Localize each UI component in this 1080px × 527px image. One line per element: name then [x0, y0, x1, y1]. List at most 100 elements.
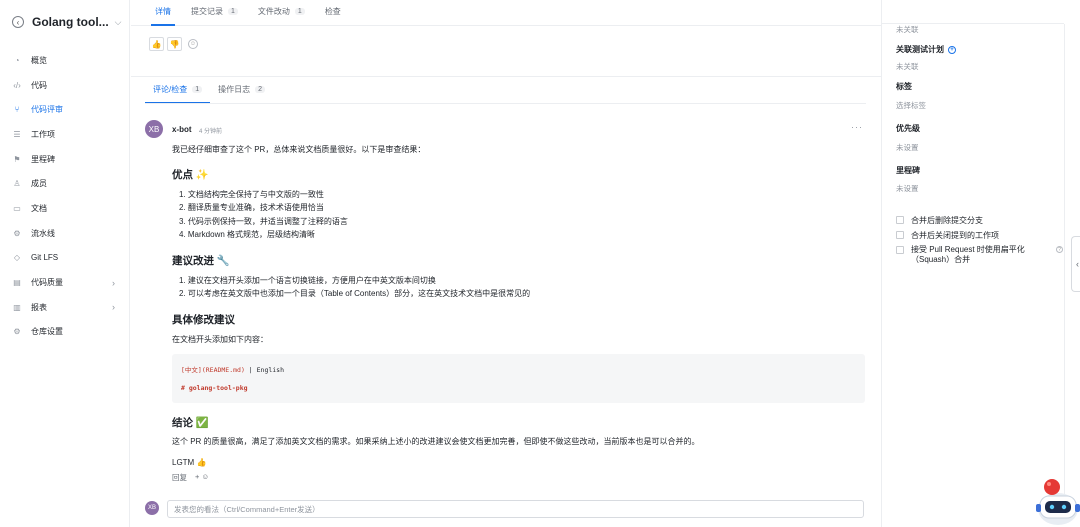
add-reaction-icon[interactable]: ☺: [188, 39, 198, 49]
option-label: 接受 Pull Request 时使用扁平化（Squash）合并: [911, 245, 1025, 264]
code-line: [中文](README.md) | English: [181, 364, 284, 374]
option-label: 合并后删除提交分支: [911, 216, 983, 225]
sidebar-item[interactable]: ♙ 成员: [0, 171, 129, 196]
divider: [131, 76, 881, 77]
option-close-issues[interactable]: 合并后关闭提到的工作项: [896, 230, 999, 241]
checkbox[interactable]: [896, 216, 904, 224]
tab-count-badge: 1: [294, 8, 305, 15]
gauge-icon: ◔: [14, 55, 20, 65]
back-icon[interactable]: ‹: [12, 16, 24, 28]
sidebar-item[interactable]: ▤ 代码质量 ›: [0, 270, 129, 295]
thumbs-up-icon[interactable]: 👍: [149, 37, 164, 51]
tab-count-badge: 1: [192, 86, 203, 93]
tags-select[interactable]: 选择标签: [896, 100, 926, 111]
priority-select[interactable]: 未设置: [896, 142, 919, 153]
sidebar-item[interactable]: ▭ 文档: [0, 196, 129, 221]
sidebar-item-label: 代码: [31, 80, 47, 90]
milestone-icon: ⚑: [13, 154, 21, 164]
merge-request-icon: ⑂: [14, 105, 20, 115]
option-label: 合并后关闭提到的工作项: [911, 231, 999, 240]
members-icon: ♙: [13, 179, 21, 189]
sidebar-item[interactable]: ☰ 工作项: [0, 122, 129, 147]
option-delete-branch[interactable]: 合并后删除提交分支: [896, 215, 983, 226]
chevron-right-icon[interactable]: ›: [112, 278, 115, 288]
chevron-right-icon[interactable]: ›: [112, 302, 115, 312]
reactions: 👍 👎 ☺: [149, 37, 198, 51]
tab-label: 操作日志: [218, 85, 251, 94]
add-reaction-button[interactable]: + ☺: [195, 472, 209, 483]
conclusion-text: 这个 PR 的质量很高，满足了添加英文文档的需求。如果采纳上述小的改进建议会使文…: [172, 437, 700, 446]
avatar: XB: [145, 501, 159, 515]
code-link: [中文](README.md): [181, 366, 245, 374]
comment-author[interactable]: x-bot: [172, 125, 192, 134]
sidebar-item[interactable]: ▥ 报表 ›: [0, 295, 129, 320]
add-test-plan-icon[interactable]: +: [948, 45, 956, 54]
heading-strengths: 优点 ✨: [172, 169, 209, 181]
chevron-down-icon[interactable]: ⌵: [115, 17, 122, 28]
thumbs-down-icon[interactable]: 👎: [167, 37, 182, 51]
tab-count-badge: 2: [255, 86, 266, 93]
sidebar-item[interactable]: ⚑ 里程碑: [0, 147, 129, 172]
milestone-select[interactable]: 未设置: [896, 183, 919, 194]
heading-changes: 具体修改建议: [172, 314, 235, 326]
option-squash-merge[interactable]: 接受 Pull Request 时使用扁平化（Squash）合并: [896, 245, 1046, 265]
sidebar-item-label: 成员: [31, 179, 47, 189]
more-icon[interactable]: ···: [851, 122, 863, 132]
test-plan-label: 关联测试计划 +: [896, 44, 956, 55]
sidebar-item[interactable]: ◇ Git LFS: [0, 246, 129, 271]
comment-tabs: 评论/检查 1 操作日志 2: [145, 84, 273, 104]
sidebar-item-label: 流水线: [31, 228, 55, 238]
comment-tab[interactable]: 评论/检查 1: [145, 84, 211, 104]
test-plan-value: 未关联: [896, 62, 919, 71]
tab-label: 检查: [324, 7, 341, 16]
sidebar-item-label: 概览: [31, 55, 47, 65]
suggestions-list: 1. 建议在文档开头添加一个语言切换链接，方便用户在中英文版本间切换 2. 可以考…: [172, 274, 530, 301]
heading-conclusion: 结论 ✅: [172, 417, 209, 429]
list-item: 4. Markdown 格式规范，层级结构清晰: [179, 229, 316, 239]
checkbox[interactable]: [896, 231, 904, 239]
tab[interactable]: 提交记录 1: [181, 6, 248, 25]
divider: [145, 103, 866, 104]
avatar: XB: [145, 120, 163, 138]
tab[interactable]: 文件改动 1: [248, 6, 315, 25]
sidebar-item[interactable]: ⚙ 流水线: [0, 221, 129, 246]
sidebar-item[interactable]: ⑂ 代码评审: [0, 97, 129, 122]
quality-icon: ▤: [13, 278, 21, 288]
reply-button[interactable]: 回复: [172, 472, 187, 483]
help-icon[interactable]: ?: [1056, 246, 1063, 253]
comment-input-placeholder: 发表您的看法（Ctrl/Command+Enter发送）: [174, 504, 320, 514]
code-heading: # golang-tool-pkg: [181, 384, 248, 392]
tab-label: 详情: [155, 7, 171, 16]
assistant-mascot-icon[interactable]: [1032, 474, 1080, 527]
repo-title: Golang tool...: [32, 15, 109, 29]
repo-header[interactable]: ‹ Golang tool... ⌵: [0, 0, 129, 44]
main-content: 详情 提交记录 1 文件改动 1 检查 👍 👎 ☺ 评论/检查 1 操作日志 2 XB x-bo…: [131, 0, 881, 527]
list-item: 1. 建议在文档开头添加一个语言切换链接，方便用户在中英文版本间切换: [179, 276, 436, 285]
right-panel: 未关联 关联测试计划 + 未关联 标签 选择标签 优先级 未设置 里程碑 未设置 …: [881, 0, 1080, 527]
comment-tab[interactable]: 操作日志 2: [210, 84, 273, 103]
priority-label: 优先级: [896, 124, 920, 133]
checkbox[interactable]: [896, 246, 904, 254]
book-icon: ▭: [13, 203, 21, 213]
tab[interactable]: 详情: [145, 6, 181, 26]
code-icon: ‹/›: [13, 80, 21, 90]
tags-label: 标签: [896, 82, 912, 91]
settings-icon: ⚙: [13, 327, 21, 337]
sidebar-item-label: 代码评审: [31, 105, 63, 115]
sidebar-item-label: 文档: [31, 203, 47, 213]
sidebar-item-label: 仓库设置: [31, 327, 63, 337]
linked-value: 未关联: [896, 25, 919, 34]
tab-count-badge: 1: [228, 8, 238, 15]
top-tabs: 详情 提交记录 1 文件改动 1 检查: [131, 0, 881, 26]
sidebar-item-label: 代码质量: [31, 278, 63, 288]
collapse-panel-button[interactable]: ‹: [1071, 236, 1080, 292]
sidebar-item[interactable]: ‹/› 代码: [0, 73, 129, 98]
sidebar-item[interactable]: ◔ 概览: [0, 48, 129, 73]
comment-input[interactable]: 发表您的看法（Ctrl/Command+Enter发送）: [167, 500, 864, 518]
sidebar-item-label: 报表: [31, 302, 47, 312]
lfs-icon: ◇: [13, 253, 21, 263]
sidebar-item[interactable]: ⚙ 仓库设置: [0, 320, 129, 345]
tab-label: 提交记录: [191, 7, 223, 16]
tab[interactable]: 检查: [315, 6, 351, 25]
list-item: 1. 文档结构完全保持了与中文版的一致性: [179, 190, 324, 199]
